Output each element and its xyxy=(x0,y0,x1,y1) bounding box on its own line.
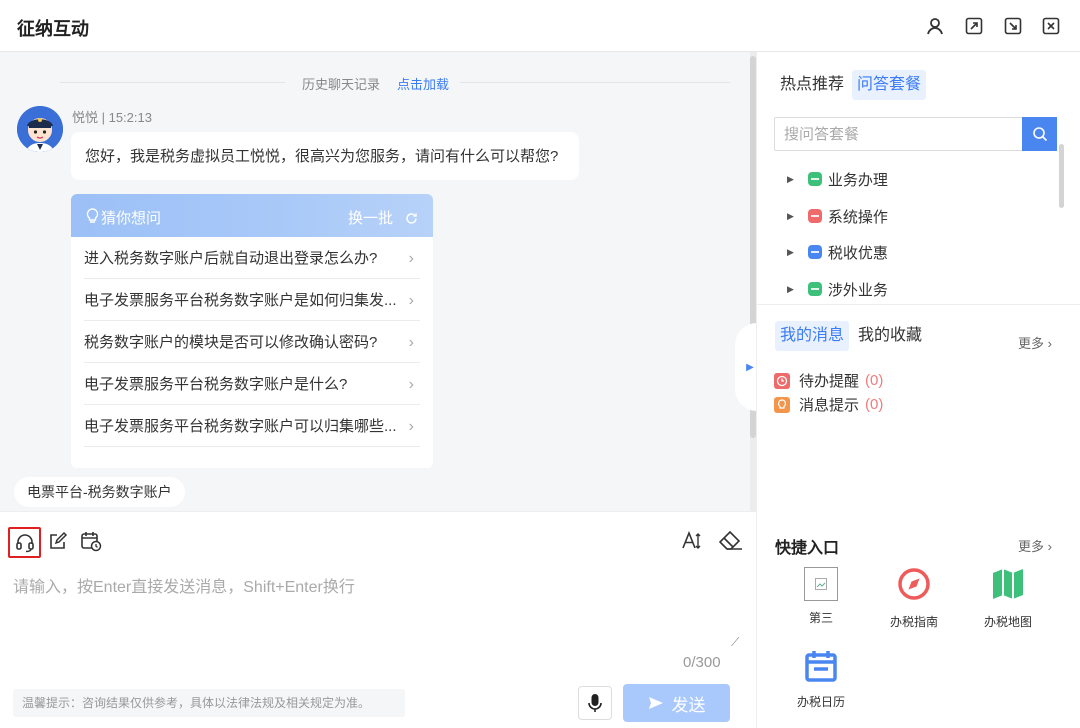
refresh-icon xyxy=(405,212,418,229)
quick-item-tax-calendar[interactable]: 办税日历 xyxy=(781,649,861,710)
calendar-clock-icon xyxy=(81,532,102,552)
clear-button[interactable] xyxy=(717,529,745,553)
chevron-right-icon: › xyxy=(408,376,414,393)
message-notice-item[interactable]: 消息提示 (0) xyxy=(774,394,883,415)
send-icon xyxy=(648,697,663,709)
suggestion-item[interactable]: 税务数字账户的模块是否可以修改确认密码? › xyxy=(84,321,420,363)
send-label: 发送 xyxy=(671,695,706,715)
close-icon[interactable] xyxy=(1040,15,1062,37)
chevron-right-icon: › xyxy=(408,418,414,435)
message-input[interactable]: 请输入，按Enter直接发送消息，Shift+Enter换行 xyxy=(13,573,355,597)
messages-more-link[interactable]: 更多 › xyxy=(1018,333,1052,352)
quick-item-tax-map[interactable]: 办税地图 xyxy=(968,567,1048,630)
compass-icon xyxy=(897,567,931,601)
lightbulb-icon xyxy=(86,208,99,228)
tab-my-favorites[interactable]: 我的收藏 xyxy=(853,321,927,351)
customer-service-button[interactable] xyxy=(8,527,41,558)
tab-my-messages[interactable]: 我的消息 xyxy=(775,321,850,351)
suggestion-item[interactable]: 电子发票服务平台税务数字账户是什么? › xyxy=(84,363,420,405)
chevron-right-icon: › xyxy=(408,250,414,267)
send-button[interactable]: 发送 xyxy=(623,684,730,722)
quick-item-third[interactable]: 第三 xyxy=(781,567,861,626)
qa-search-input[interactable] xyxy=(775,118,1015,150)
history-divider: 历史聊天记录 点击加载 xyxy=(60,74,730,93)
composer: 请输入，按Enter直接发送消息，Shift+Enter换行 ⟋ 0/300 温… xyxy=(0,511,756,728)
topic-chip[interactable]: 电票平台-税务数字账户 xyxy=(14,477,185,507)
map-icon xyxy=(991,567,1025,601)
minimize-icon[interactable] xyxy=(1002,15,1024,37)
user-icon[interactable] xyxy=(924,15,946,37)
suggestion-card: 猜你想问 换一批 进入税务数字账户后就自动退出登录怎么办? › 电子发票服务平台税… xyxy=(71,194,433,468)
caret-right-icon: ▶ xyxy=(787,283,794,294)
category-item[interactable]: ▶ 系统操作 xyxy=(787,204,888,228)
tab-hot[interactable]: 热点推荐 xyxy=(775,70,849,100)
chevron-right-icon: › xyxy=(408,334,414,351)
todo-reminder-item[interactable]: 待办提醒 (0) xyxy=(774,370,883,391)
suggestion-header: 猜你想问 换一批 xyxy=(71,194,433,237)
quick-access-title: 快捷入口 xyxy=(775,540,840,557)
title-bar: 征纳互动 xyxy=(0,0,1080,52)
tab-qa-package[interactable]: 问答套餐 xyxy=(852,70,927,100)
suggestion-title: 猜你想问 xyxy=(101,210,162,227)
history-label: 历史聊天记录 xyxy=(302,77,381,92)
edit-icon xyxy=(50,531,68,549)
category-scrollbar[interactable] xyxy=(1059,144,1064,208)
app-title: 征纳互动 xyxy=(17,19,89,39)
disclaimer-tip: 温馨提示：咨询结果仅供参考，具体以法律法规及相关规定为准。 xyxy=(13,689,405,717)
suggestion-list: 进入税务数字账户后就自动退出登录怎么办? › 电子发票服务平台税务数字账户是如何归… xyxy=(71,237,433,447)
refresh-suggestions-button[interactable]: 换一批 xyxy=(348,207,418,229)
category-icon xyxy=(807,282,822,296)
clock-icon xyxy=(774,372,790,389)
quick-more-link[interactable]: 更多 › xyxy=(1018,536,1052,555)
suggestion-item[interactable]: 电子发票服务平台税务数字账户可以归集哪些... › xyxy=(84,405,420,447)
suggestion-item[interactable]: 电子发票服务平台税务数字账户是如何归集发... › xyxy=(84,279,420,321)
resize-handle-icon[interactable]: ⟋ xyxy=(731,635,739,650)
category-icon xyxy=(807,245,822,259)
chevron-right-icon: › xyxy=(1047,336,1052,351)
sender-info: 悦悦 | 15:2:13 xyxy=(72,110,152,125)
bulb-icon xyxy=(774,396,790,413)
category-icon xyxy=(807,172,822,186)
caret-right-icon: ▶ xyxy=(746,361,754,373)
quick-item-tax-guide[interactable]: 办税指南 xyxy=(874,567,954,630)
category-icon xyxy=(807,209,822,223)
chevron-right-icon: › xyxy=(1047,539,1052,554)
maximize-icon[interactable] xyxy=(963,15,985,37)
caret-right-icon: ▶ xyxy=(787,210,794,221)
caret-right-icon: ▶ xyxy=(787,246,794,257)
search-icon xyxy=(1032,127,1047,142)
char-counter: 0/300 xyxy=(683,654,721,671)
chevron-right-icon: › xyxy=(408,292,414,309)
voice-input-button[interactable] xyxy=(578,686,612,720)
calendar-icon xyxy=(804,649,838,683)
search-button[interactable] xyxy=(1022,117,1057,151)
broken-image-icon xyxy=(804,567,838,601)
font-size-icon xyxy=(682,530,701,549)
headset-icon xyxy=(15,533,34,552)
message-bubble: 您好，我是税务虚拟员工悦悦，很高兴为您服务，请问有什么可以帮您? xyxy=(71,132,579,180)
refresh-label: 换一批 xyxy=(348,210,394,227)
category-item[interactable]: ▶ 税收优惠 xyxy=(787,240,888,264)
load-history-link[interactable]: 点击加载 xyxy=(397,74,449,93)
chat-area: 历史聊天记录 点击加载 悦悦 | 15:2:13 您好，我是税务虚拟员工悦悦，很… xyxy=(0,52,750,511)
side-panel: 热点推荐 问答套餐 ▶ 业务办理 ▶ 系统操作 ▶ 税收优惠 ▶ 涉外业务 我的… xyxy=(756,52,1080,728)
qa-search-box xyxy=(774,117,1057,151)
suggestion-item[interactable]: 进入税务数字账户后就自动退出登录怎么办? › xyxy=(84,237,420,279)
category-item[interactable]: ▶ 涉外业务 xyxy=(787,277,888,301)
font-size-button[interactable] xyxy=(680,529,704,553)
edit-button[interactable] xyxy=(46,529,70,553)
eraser-icon xyxy=(718,530,742,550)
schedule-button[interactable] xyxy=(79,529,103,553)
category-item[interactable]: ▶ 业务办理 xyxy=(787,167,888,191)
collapse-panel-button[interactable]: ▶ xyxy=(735,323,757,411)
caret-right-icon: ▶ xyxy=(787,173,794,184)
avatar xyxy=(17,106,63,152)
divider xyxy=(757,304,1080,305)
microphone-icon xyxy=(588,694,602,712)
